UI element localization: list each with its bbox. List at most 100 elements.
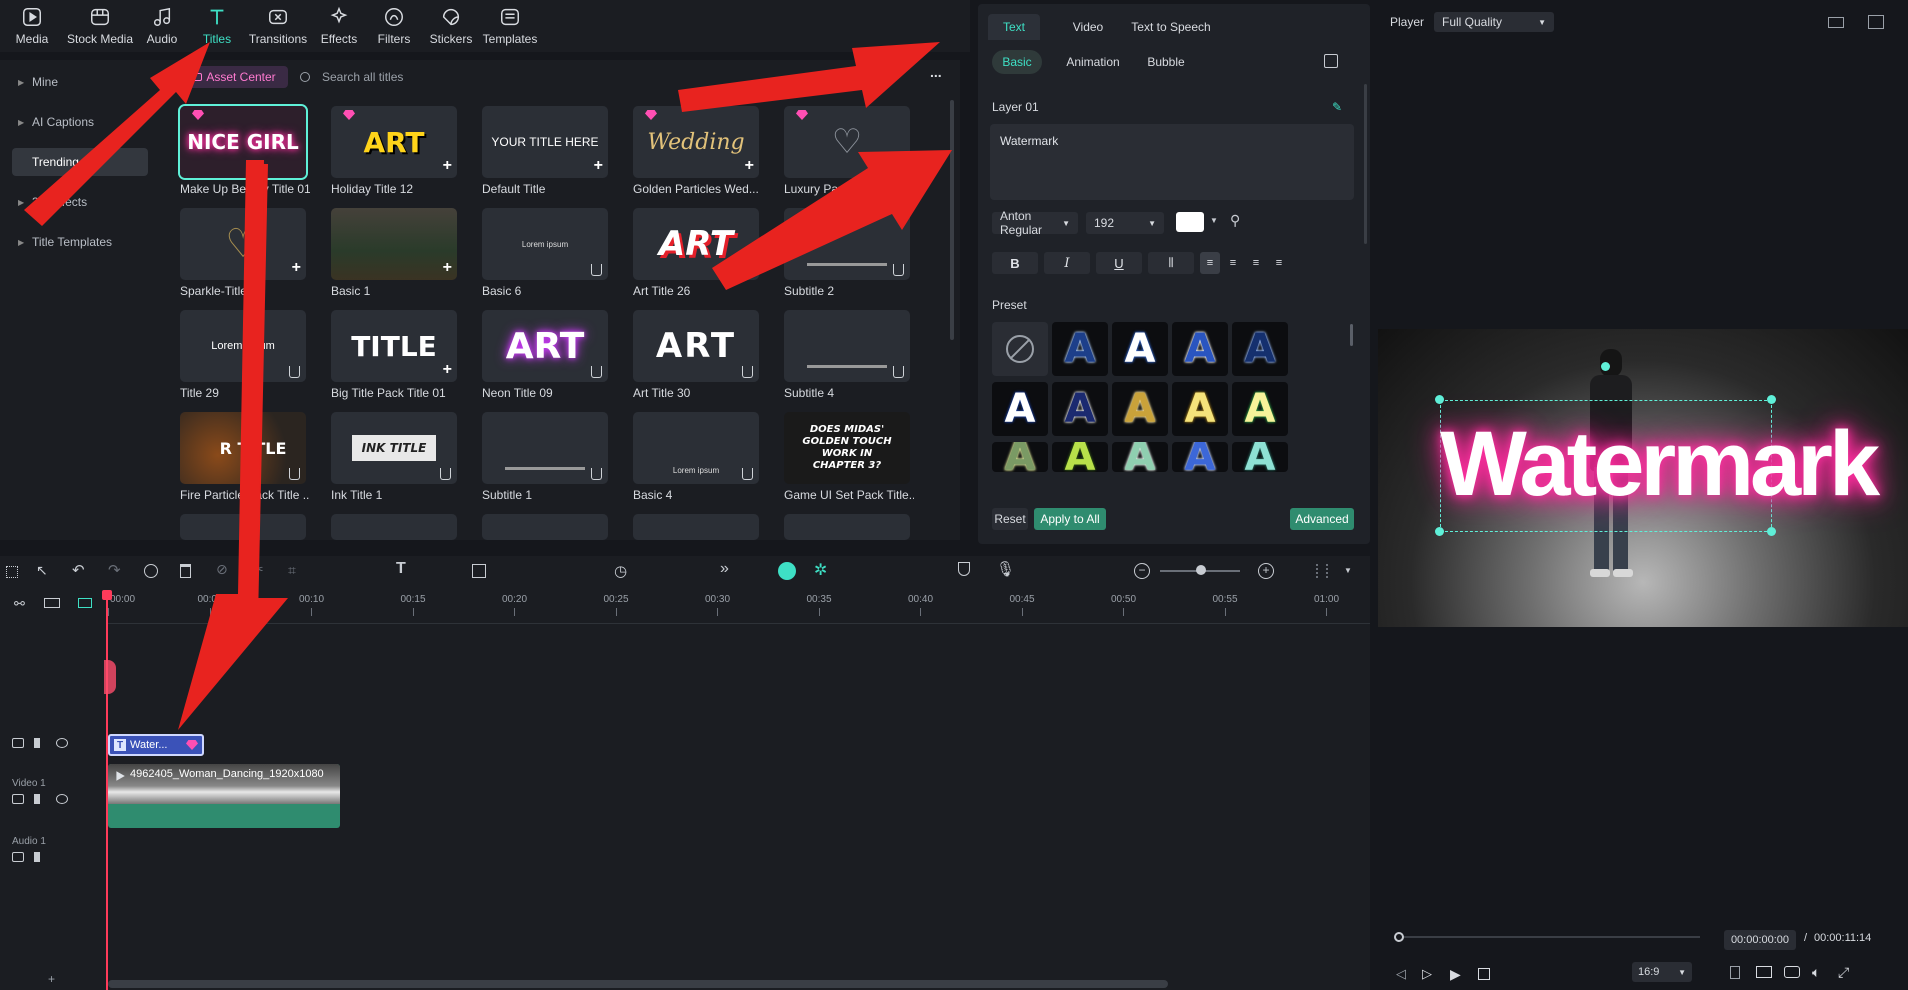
preset-style[interactable]: A [1112,442,1168,472]
fullscreen-icon[interactable]: ⤢ [1838,964,1849,981]
add-icon[interactable]: + [443,259,452,277]
preset-style[interactable]: A [1172,442,1228,472]
align-left-button[interactable]: ≡ [1200,252,1220,274]
title-tile[interactable] [331,514,457,540]
select-tool-icon[interactable]: ↖ [36,562,48,579]
preset-none[interactable] [992,322,1048,376]
title-tile[interactable]: YOUR TITLE HERE + [482,106,608,178]
zoom-slider-knob[interactable] [1196,565,1206,575]
preset-style[interactable]: A [1232,382,1288,436]
title-text-input[interactable]: Watermark [990,124,1354,200]
title-tile[interactable]: Lorem ipsum [482,208,608,280]
lock-icon[interactable] [12,852,24,862]
toolbar-filters[interactable]: Filters [372,0,416,52]
download-icon[interactable] [440,468,451,480]
title-tile[interactable] [784,514,910,540]
timeline-ruler[interactable]: 00:00 00:05 00:10 00:15 00:20 00:25 00:30 00:35… [108,588,1370,624]
snap-icon[interactable]: ✲ [814,560,827,580]
resize-handle[interactable] [1767,395,1776,404]
subtab-animation[interactable]: Animation [1058,50,1128,74]
camera-icon[interactable] [1784,966,1800,978]
ai-tool-icon[interactable] [144,564,158,578]
bold-button[interactable]: B [992,252,1038,274]
download-icon[interactable] [893,264,904,276]
play-icon[interactable]: ▶ [1450,966,1461,983]
stop-icon[interactable] [1478,968,1490,980]
title-tile[interactable]: Lorem ipsum [633,412,759,484]
download-icon[interactable] [893,366,904,378]
quality-select[interactable]: Full Quality ▼ [1434,12,1554,32]
mark-icon[interactable] [1730,966,1740,979]
timeline-settings-icon[interactable] [1316,564,1328,578]
title-tile[interactable]: Wedding + [633,106,759,178]
asset-center-button[interactable]: Asset Center [180,66,288,88]
preset-style[interactable]: A [1052,322,1108,376]
preset-style[interactable]: A [1052,442,1108,472]
preset-style[interactable]: A [1112,322,1168,376]
playhead-top[interactable] [102,590,112,600]
display-icon[interactable] [1756,966,1772,978]
toolbar-stock-media[interactable]: Stock Media [62,0,138,52]
toolbar-transitions[interactable]: Transitions [246,0,310,52]
font-family-select[interactable]: Anton Regular ▼ [992,209,1078,237]
title-tile[interactable]: R TITLE [180,412,306,484]
add-icon[interactable]: + [443,361,452,379]
download-icon[interactable] [591,366,602,378]
mute-icon[interactable] [34,852,46,862]
redo-icon[interactable]: ↷ [108,561,121,579]
split-icon[interactable]: ⊘ [216,561,228,578]
lock-icon[interactable] [12,794,24,804]
eye-icon[interactable] [56,794,68,804]
ai-text-icon[interactable]: ✎ [1332,100,1342,114]
playback-track[interactable] [1398,936,1700,938]
auto-ripple-icon[interactable] [778,562,796,580]
chevron-down-icon[interactable]: ▼ [1344,566,1352,575]
sidebar-item-trending[interactable]: Trending [12,148,148,176]
align-right-button[interactable]: ≡ [1246,252,1266,274]
title-tile[interactable] [482,412,608,484]
eyedropper-icon[interactable]: ⚲ [1230,212,1240,229]
sidebar-item-title-templates[interactable]: ▶ Title Templates [12,228,148,256]
subtab-basic[interactable]: Basic [992,50,1042,74]
add-icon[interactable]: + [594,157,603,175]
add-icon[interactable]: + [443,157,452,175]
title-tile[interactable]: NICE GIRL [178,104,308,180]
toolbar-stickers[interactable]: Stickers [428,0,474,52]
add-icon[interactable]: + [745,157,754,175]
more-tools-icon[interactable]: » [720,560,729,578]
tab-video[interactable]: Video [1062,14,1114,40]
rotate-handle[interactable] [1601,362,1610,371]
apply-to-all-button[interactable]: Apply to All [1034,508,1106,530]
playhead-knob[interactable] [1394,932,1404,942]
title-tile[interactable]: DOES MIDAS' GOLDEN TOUCH WORK IN CHAPTER… [784,412,910,484]
preset-style[interactable]: A [1172,382,1228,436]
title-clip[interactable]: T Water... [108,734,204,756]
mic-icon[interactable]: 🎙︎ [996,560,1015,578]
save-preset-icon[interactable] [1324,54,1338,68]
shield-icon[interactable] [958,562,970,576]
title-tile[interactable] [180,514,306,540]
grid-view-icon[interactable] [1828,17,1844,28]
title-tile[interactable]: ART [633,208,759,280]
lock-icon[interactable] [12,738,24,748]
underline-button[interactable]: U [1096,252,1142,274]
mute-icon[interactable] [34,794,46,804]
download-icon[interactable] [289,468,300,480]
download-icon[interactable] [742,468,753,480]
preset-style[interactable]: A [1052,382,1108,436]
title-tile[interactable]: ♡ + [180,208,306,280]
player-canvas[interactable]: Watermark [1378,329,1908,627]
title-tile[interactable]: Lorem ipsum [180,310,306,382]
text-spacing-button[interactable]: ⫼ [1148,252,1194,274]
crop-icon[interactable]: ⌗ [288,562,296,579]
title-tile[interactable]: ART [633,310,759,382]
grid-scrollbar[interactable] [950,100,954,340]
undo-icon[interactable]: ↶ [72,561,85,579]
delete-icon[interactable] [180,564,191,578]
add-track-button[interactable]: + [48,972,55,986]
preset-style[interactable]: A [1172,322,1228,376]
resize-handle[interactable] [1767,527,1776,536]
shape-tool-icon[interactable] [472,564,486,578]
advanced-button[interactable]: Advanced [1290,508,1354,530]
align-justify-button[interactable]: ≡ [1269,252,1289,274]
